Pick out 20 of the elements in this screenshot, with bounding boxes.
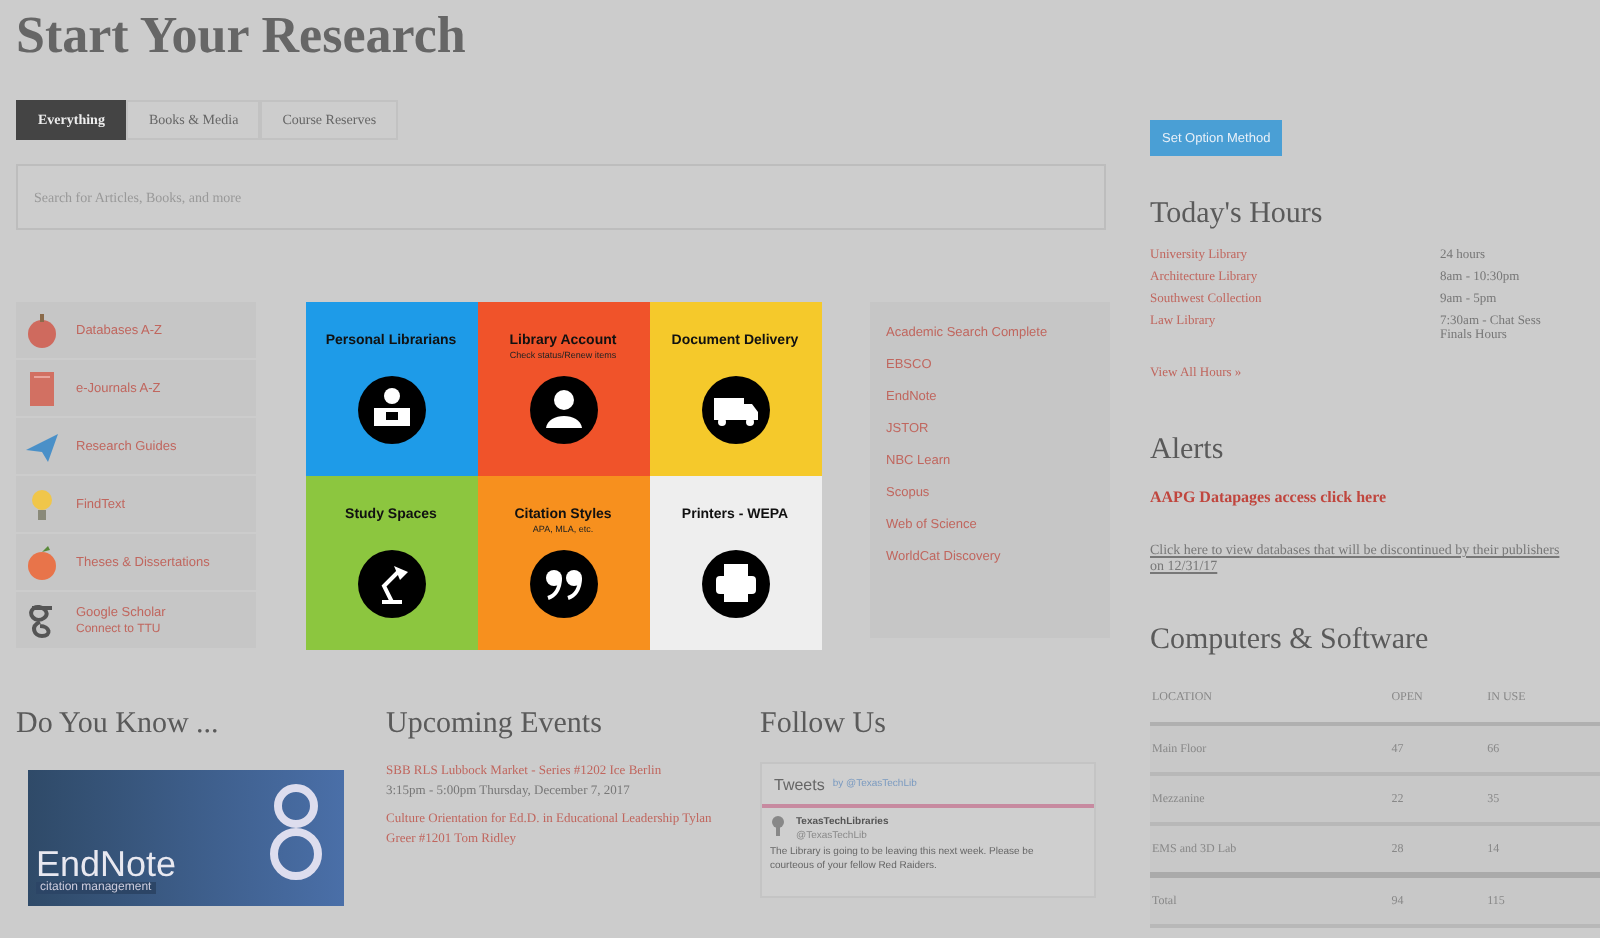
section-heading: Alerts (1150, 432, 1226, 468)
section-heading: Follow Us (760, 706, 888, 742)
alert-link[interactable]: AAPG Datapages access click here (1150, 488, 1600, 506)
page-title: Start Your Research (16, 8, 468, 64)
desk-lamp-icon (357, 550, 425, 618)
section-heading: Today's Hours (1150, 196, 1325, 232)
section-heading: Do You Know ... (16, 706, 221, 742)
truck-icon (701, 376, 769, 444)
quotation-marks-icon (529, 550, 597, 618)
section-heading: Upcoming Events (386, 706, 604, 742)
librarian-desk-icon (357, 376, 425, 444)
section-heading: Computers & Software (1150, 622, 1431, 658)
feed-title: Tweets (774, 775, 825, 793)
book-icon (24, 370, 60, 406)
paper-plane-icon (24, 428, 60, 464)
person-icon (529, 376, 597, 444)
pin-icon (770, 816, 786, 836)
banner-title: EndNote (36, 846, 179, 882)
apple-icon (24, 312, 60, 348)
fruit-icon (24, 544, 60, 580)
